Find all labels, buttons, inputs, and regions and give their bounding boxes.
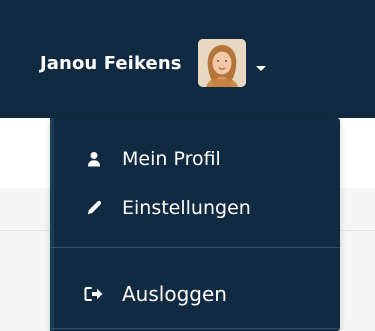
menu-divider: [50, 328, 340, 329]
menu-item-label: Einstellungen: [122, 197, 251, 219]
user-name: Janou Feikens: [40, 52, 182, 74]
user-menu-toggle[interactable]: Janou Feikens: [40, 30, 266, 96]
menu-item-ausloggen[interactable]: Ausloggen: [84, 279, 227, 309]
menu-item-mein-profil[interactable]: Mein Profil: [84, 145, 221, 173]
menu-item-label: Mein Profil: [122, 148, 221, 170]
dropdown-accent-bar: [50, 118, 54, 331]
menu-divider: [50, 247, 340, 248]
menu-item-label: Ausloggen: [122, 282, 227, 306]
sign-out-icon: [84, 284, 104, 304]
menu-item-einstellungen[interactable]: Einstellungen: [84, 194, 251, 222]
user-icon: [84, 149, 104, 169]
avatar[interactable]: [197, 39, 246, 87]
chevron-down-icon[interactable]: [255, 65, 266, 71]
pencil-icon: [84, 198, 104, 218]
